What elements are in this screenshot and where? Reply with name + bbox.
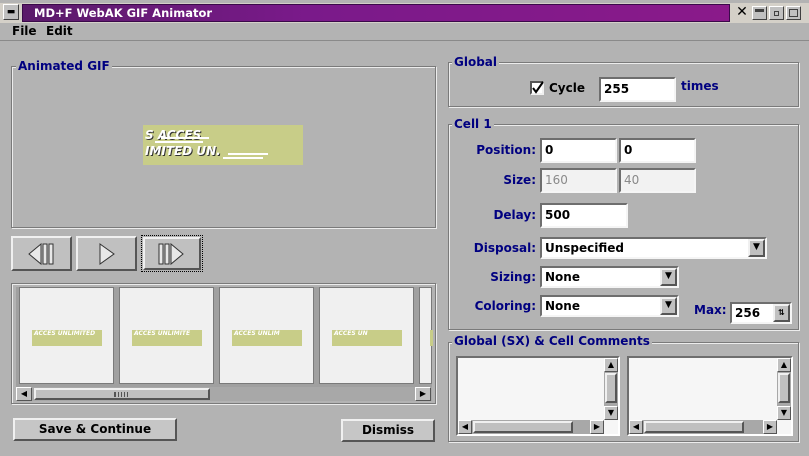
animated-gif-group-title: Animated GIF [16, 59, 112, 73]
menu-separator [0, 40, 809, 41]
cycle-count-field[interactable]: 255 [599, 77, 676, 102]
max-colors-value: 256 [735, 306, 761, 320]
arrow-right-icon[interactable]: ▶ [590, 420, 604, 434]
size-height-field: 40 [619, 168, 696, 193]
cell-group-title: Cell 1 [452, 117, 494, 131]
comments-group-title: Global (SX) & Cell Comments [452, 334, 652, 348]
preview-stripe [228, 153, 268, 155]
disposal-value: Unspecified [545, 241, 625, 255]
max-colors-field[interactable]: 256 ⇅ [730, 302, 792, 324]
preview-stripe [161, 137, 209, 139]
prev-frame-button[interactable] [11, 236, 72, 271]
disposal-label: Disposal: [473, 241, 536, 255]
comment-vscrollbar[interactable]: ▲ ▼ [604, 358, 618, 420]
arrow-right-icon[interactable]: ▶ [763, 420, 777, 434]
frames-strip: ACCES UNLIMITED ACCES UNLIMITE ACCES UNL… [16, 287, 433, 387]
play-button[interactable] [76, 236, 137, 271]
position-y-field[interactable]: 0 [619, 138, 696, 163]
max-label: Max: [694, 303, 727, 317]
window-menu-icon[interactable]: ▬ [3, 4, 19, 20]
frame-thumb[interactable]: ACCES UNLIMITE [119, 287, 214, 384]
thumb-label: ACCES UNLIMITE [134, 330, 191, 337]
arrow-up-icon[interactable]: ▲ [777, 358, 791, 372]
comment-hscrollbar[interactable]: ◀ ▶ [629, 420, 777, 434]
preview-stripe [155, 141, 203, 143]
arrow-left-icon[interactable]: ◀ [458, 420, 472, 434]
arrow-left-icon[interactable]: ◀ [629, 420, 643, 434]
preview-stripe [223, 157, 263, 159]
thumb-label: ACCES UN [334, 330, 368, 337]
coloring-select[interactable]: None ▼ [540, 295, 679, 317]
scrollbar-thumb[interactable] [644, 421, 744, 433]
times-label: times [681, 79, 719, 93]
global-group-title: Global [452, 55, 500, 69]
scrollbar-thumb[interactable] [605, 373, 617, 403]
save-continue-button[interactable]: Save & Continue [13, 418, 177, 441]
title-bar: ▬ MD+F WebAK GIF Animator ✕ [0, 3, 809, 23]
arrow-right-icon[interactable]: ▶ [415, 387, 431, 401]
cycle-label: Cycle [549, 81, 585, 95]
maximize-icon[interactable] [786, 6, 801, 20]
frame-thumb[interactable]: ACCES UNLIMITED [19, 287, 114, 384]
scrollbar-thumb[interactable] [34, 388, 210, 400]
arrow-down-icon[interactable]: ▼ [604, 406, 618, 420]
size-width-field: 160 [540, 168, 617, 193]
check-icon [532, 81, 544, 94]
prev-frame-icon [28, 242, 54, 266]
chevron-down-icon[interactable]: ▼ [660, 297, 677, 315]
frames-scrollbar[interactable]: ◀ ▶ [16, 387, 432, 401]
next-frame-icon [158, 242, 184, 266]
arrow-down-icon[interactable]: ▼ [777, 406, 791, 420]
cell-comment-textarea[interactable]: ▲ ▼ ◀ ▶ [627, 356, 793, 436]
frame-thumb[interactable] [419, 287, 433, 384]
disposal-select[interactable]: Unspecified ▼ [540, 237, 767, 259]
cycle-checkbox[interactable] [530, 81, 544, 95]
menu-bar: File Edit [0, 23, 809, 41]
chevron-down-icon[interactable]: ▼ [660, 268, 677, 286]
dismiss-button[interactable]: Dismiss [341, 419, 435, 442]
comment-vscrollbar[interactable]: ▲ ▼ [777, 358, 791, 420]
global-comment-textarea[interactable]: ▲ ▼ ◀ ▶ [456, 356, 620, 436]
sizing-select[interactable]: None ▼ [540, 266, 679, 288]
sizing-value: None [545, 270, 580, 284]
coloring-label: Coloring: [474, 299, 536, 313]
minimize-icon[interactable] [752, 6, 767, 20]
delay-label: Delay: [493, 208, 536, 222]
gif-preview-image: S ACCES IMITED UN. [143, 125, 303, 165]
size-label: Size: [503, 173, 536, 187]
frame-thumb[interactable]: ACCES UNLIM [219, 287, 314, 384]
position-x-field[interactable]: 0 [540, 138, 617, 163]
preview-text-bottom: IMITED UN. [145, 144, 221, 158]
position-label: Position: [476, 143, 536, 157]
thumb-label: ACCES UNLIM [234, 330, 280, 337]
chevron-down-icon[interactable]: ▼ [748, 239, 765, 257]
spinner-icon[interactable]: ⇅ [773, 304, 790, 322]
menu-edit[interactable]: Edit [46, 24, 73, 38]
play-icon [99, 243, 115, 265]
scrollbar-thumb[interactable] [778, 373, 790, 403]
arrow-up-icon[interactable]: ▲ [604, 358, 618, 372]
scrollbar-thumb[interactable] [473, 421, 573, 433]
comment-hscrollbar[interactable]: ◀ ▶ [458, 420, 604, 434]
iconify-icon[interactable] [769, 6, 784, 20]
window-title: MD+F WebAK GIF Animator [22, 4, 730, 22]
delay-field[interactable]: 500 [540, 203, 628, 228]
close-icon[interactable]: ✕ [735, 5, 749, 19]
menu-file[interactable]: File [12, 24, 37, 38]
sizing-label: Sizing: [490, 270, 536, 284]
arrow-left-icon[interactable]: ◀ [16, 387, 32, 401]
next-frame-button[interactable] [143, 237, 201, 270]
frame-thumb[interactable]: ACCES UN [319, 287, 414, 384]
coloring-value: None [545, 299, 580, 313]
thumb-label: ACCES UNLIMITED [34, 330, 96, 337]
